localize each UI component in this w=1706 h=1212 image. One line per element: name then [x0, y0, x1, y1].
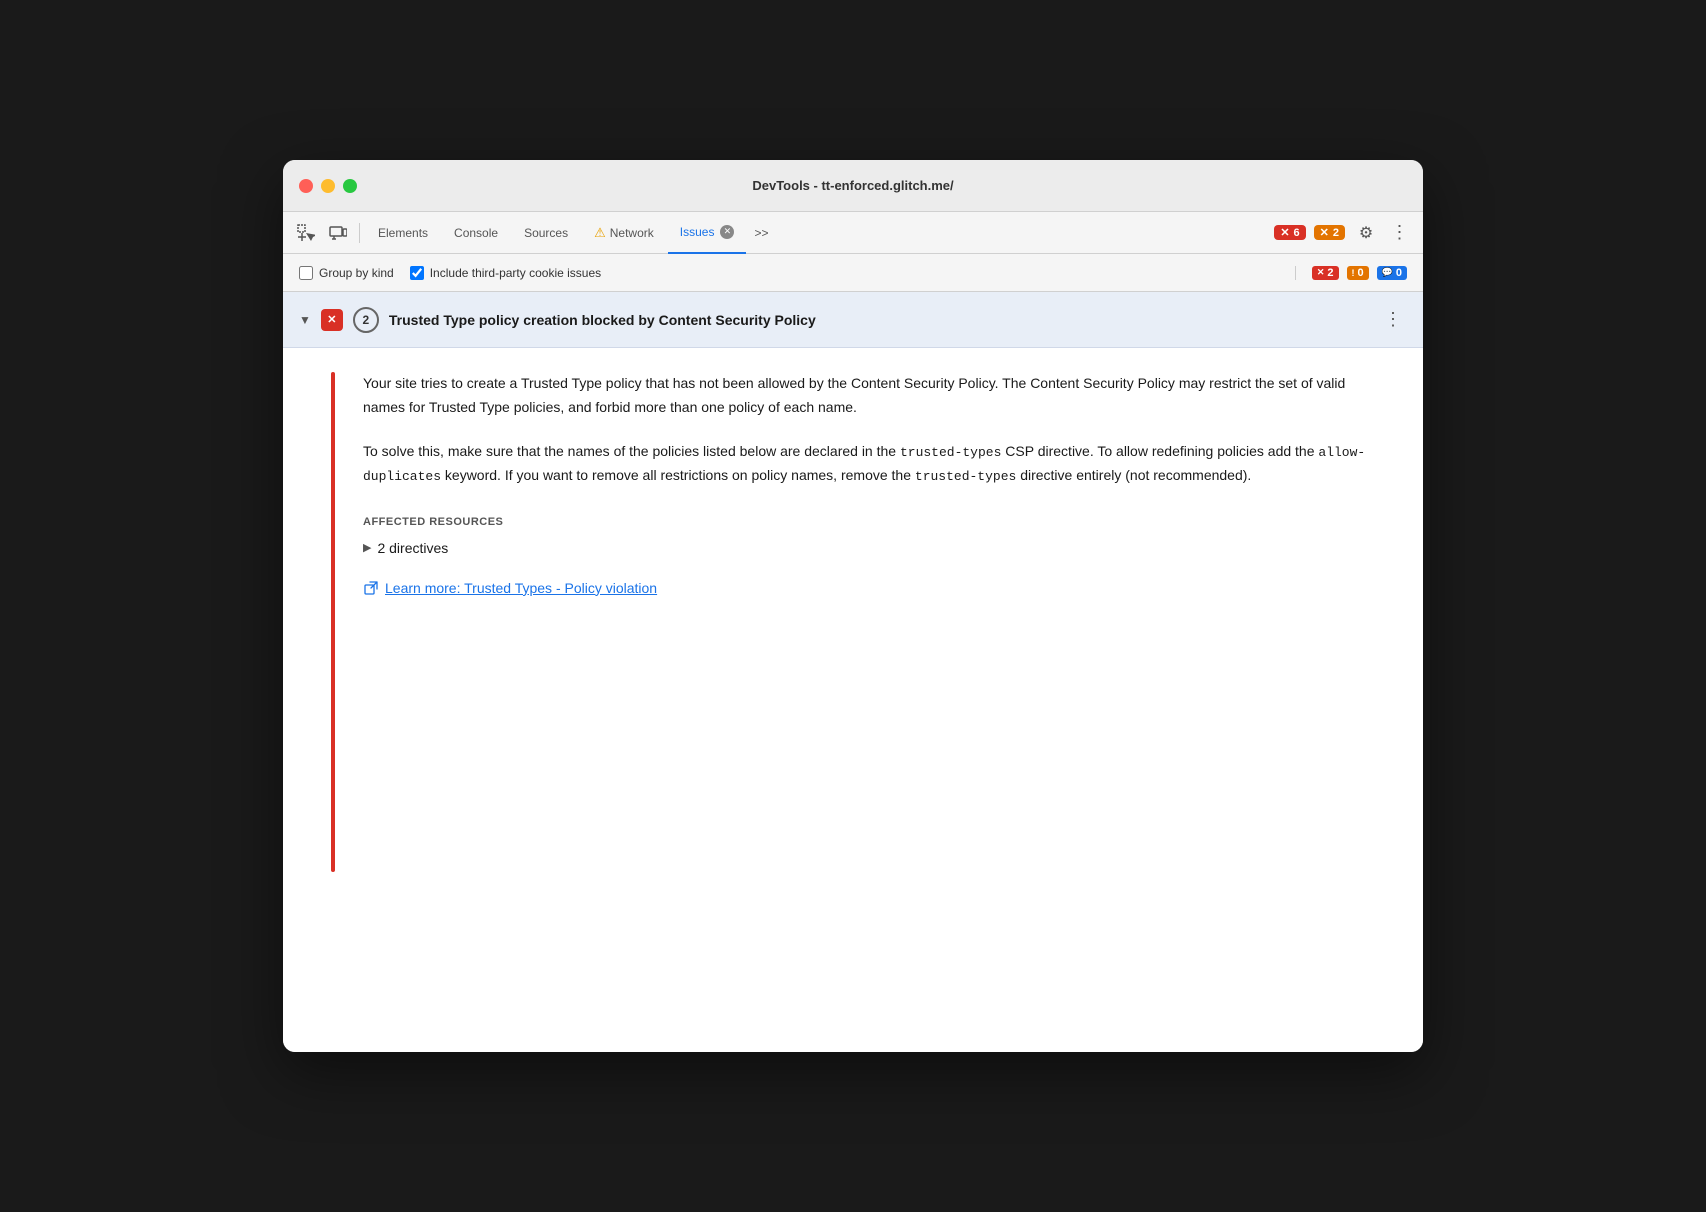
- error-badge: ✕ 6: [1274, 225, 1305, 240]
- main-content-wrapper: ▼ ✕ 2 Trusted Type policy creation block…: [283, 292, 1423, 1052]
- device-toggle-button[interactable]: [323, 218, 353, 248]
- main-toolbar: Elements Console Sources ⚠ Network Issue…: [283, 212, 1423, 254]
- issue-count-circle: 2: [353, 307, 379, 333]
- window-title: DevTools - tt-enforced.glitch.me/: [752, 178, 953, 193]
- cursor-icon: [297, 224, 315, 242]
- main-content: ▼ ✕ 2 Trusted Type policy creation block…: [283, 292, 1423, 1052]
- small-info-badge: 💬 0: [1377, 266, 1407, 280]
- window-controls: [299, 179, 357, 193]
- more-options-button[interactable]: ⋮: [1385, 218, 1415, 248]
- warning-badge: ✕ 2: [1314, 225, 1345, 240]
- include-third-party-checkbox[interactable]: [410, 266, 424, 280]
- include-third-party-label[interactable]: Include third-party cookie issues: [410, 266, 601, 280]
- directives-item[interactable]: ▶ 2 directives: [363, 540, 1391, 556]
- issue-type-badge: ✕: [321, 309, 343, 331]
- settings-icon: ⚙: [1359, 223, 1373, 243]
- small-error-badge: ✕ 2: [1312, 266, 1339, 280]
- issue-severity-border: [331, 372, 335, 872]
- tab-sources[interactable]: Sources: [512, 212, 580, 254]
- tab-network[interactable]: ⚠ Network: [582, 212, 666, 254]
- issue-header: ▼ ✕ 2 Trusted Type policy creation block…: [283, 292, 1423, 348]
- group-by-kind-label[interactable]: Group by kind: [299, 266, 394, 280]
- small-info-icon: 💬: [1382, 267, 1393, 278]
- toolbar-divider: [359, 223, 360, 243]
- device-icon: [329, 224, 347, 242]
- small-warning-icon: !: [1352, 268, 1355, 278]
- issue-description: Your site tries to create a Trusted Type…: [363, 372, 1391, 420]
- tab-console[interactable]: Console: [442, 212, 510, 254]
- group-by-kind-checkbox[interactable]: [299, 266, 313, 280]
- tab-elements[interactable]: Elements: [366, 212, 440, 254]
- more-icon: ⋮: [1391, 222, 1410, 243]
- inspect-element-button[interactable]: [291, 218, 321, 248]
- issue-more-button[interactable]: ⋮: [1380, 309, 1407, 330]
- settings-button[interactable]: ⚙: [1351, 218, 1381, 248]
- issue-title: Trusted Type policy creation blocked by …: [389, 312, 1370, 328]
- toolbar-badges: ✕ 6 ✕ 2 ⚙ ⋮: [1272, 218, 1415, 248]
- small-error-icon: ✕: [1317, 267, 1325, 278]
- small-warning-badge: ! 0: [1347, 266, 1369, 280]
- issue-body: Your site tries to create a Trusted Type…: [363, 372, 1391, 872]
- network-warning-icon: ⚠: [594, 225, 606, 241]
- collapse-arrow-icon[interactable]: ▼: [299, 313, 311, 327]
- close-button[interactable]: [299, 179, 313, 193]
- devtools-window: DevTools - tt-enforced.glitch.me/ Elemen…: [283, 160, 1423, 1052]
- learn-more-link[interactable]: Learn more: Trusted Types - Policy viola…: [363, 580, 1391, 596]
- titlebar: DevTools - tt-enforced.glitch.me/: [283, 160, 1423, 212]
- warning-icon: ✕: [1320, 226, 1329, 239]
- minimize-button[interactable]: [321, 179, 335, 193]
- issue-content: Your site tries to create a Trusted Type…: [283, 348, 1423, 904]
- issue-solution: To solve this, make sure that the names …: [363, 440, 1391, 488]
- issues-tab-close[interactable]: ✕: [720, 225, 734, 239]
- secondary-toolbar: Group by kind Include third-party cookie…: [283, 254, 1423, 292]
- tab-issues[interactable]: Issues ✕: [668, 212, 747, 254]
- directives-arrow-icon: ▶: [363, 541, 371, 554]
- error-icon: ✕: [1280, 226, 1289, 239]
- external-link-icon: [363, 580, 379, 596]
- maximize-button[interactable]: [343, 179, 357, 193]
- issue-count-badges: ✕ 2 ! 0 💬 0: [1295, 266, 1407, 280]
- affected-resources-label: AFFECTED RESOURCES: [363, 516, 1391, 528]
- more-tabs-button[interactable]: >>: [748, 212, 774, 254]
